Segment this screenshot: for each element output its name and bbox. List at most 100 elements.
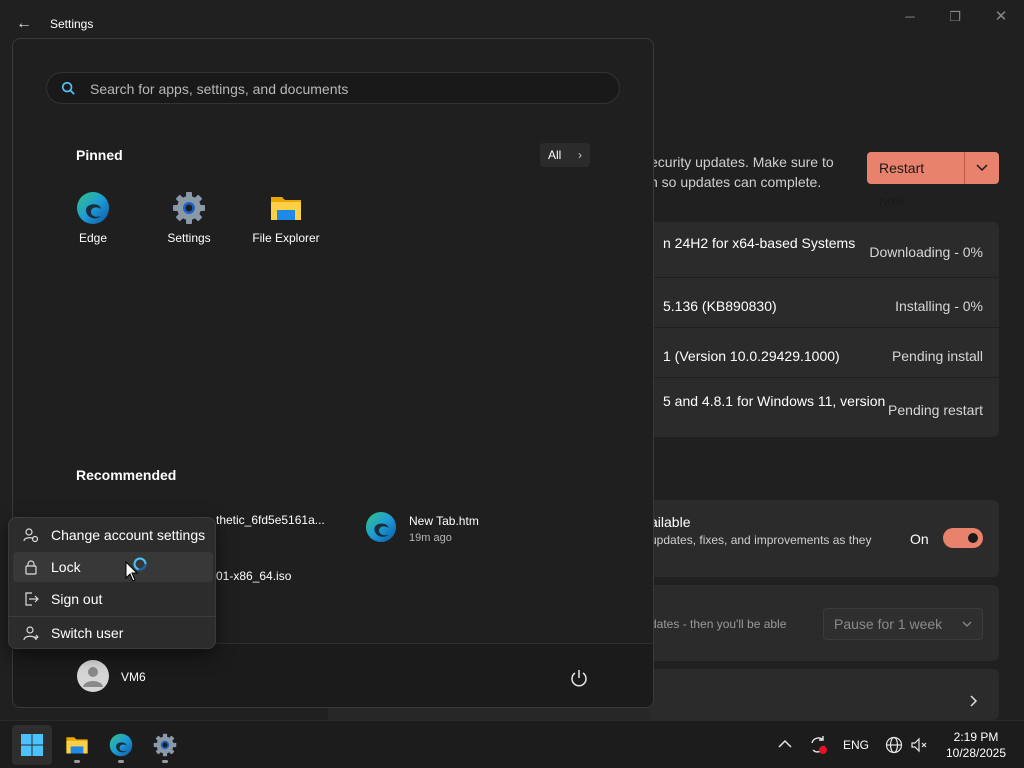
update-list: n 24H2 for x64-based Systems Downloading… (650, 222, 999, 437)
menu-item-label: Sign out (51, 591, 103, 607)
update-name: 1 (Version 10.0.29429.1000) (663, 348, 840, 364)
recommended-item[interactable]: 01-x86_64.iso (216, 569, 291, 583)
pinned-app-edge[interactable]: Edge (48, 191, 138, 245)
taskbar-clock[interactable]: 2:19 PM 10/28/2025 (936, 729, 1016, 761)
lock-icon (25, 560, 37, 575)
update-message: ecurity updates. Make sure to n so updat… (650, 152, 850, 192)
update-row: 5.136 (KB890830) Installing - 0% (650, 278, 999, 328)
start-button[interactable] (12, 725, 52, 765)
more-options-panel[interactable] (650, 669, 999, 720)
gear-icon (153, 733, 177, 757)
chevron-up-icon[interactable] (778, 739, 792, 749)
update-row: 1 (Version 10.0.29429.1000) Pending inst… (650, 328, 999, 378)
busy-spinner-icon (133, 557, 147, 571)
chevron-right-icon: › (578, 148, 582, 162)
chevron-right-icon (970, 695, 978, 707)
latest-updates-desc: updates, fixes, and improvements as they (650, 533, 872, 547)
recommended-item-name: thetic_6fd5e5161a... (216, 513, 325, 527)
recommended-item-name: New Tab.htm (409, 514, 479, 528)
pinned-app-label: File Explorer (252, 231, 320, 245)
running-indicator (74, 760, 80, 763)
sign-out-item[interactable]: Sign out (13, 584, 213, 614)
avatar[interactable] (77, 660, 109, 692)
pause-select-value: Pause for 1 week (834, 616, 943, 632)
folder-icon (271, 197, 301, 220)
restart-now-button[interactable]: Restart now (867, 152, 964, 208)
taskbar-file-explorer[interactable] (57, 725, 97, 765)
chevron-down-icon (976, 164, 988, 172)
update-message-line2: n so updates can complete. (650, 174, 822, 190)
latest-updates-panel: ailable updates, fixes, and improvements… (650, 500, 999, 577)
update-sync-icon[interactable] (808, 735, 828, 755)
menu-item-label: Change account settings (51, 527, 206, 543)
edge-icon (77, 192, 109, 224)
pinned-app-label: Edge (78, 231, 108, 245)
running-indicator (162, 760, 168, 763)
update-status: Pending install (891, 348, 983, 364)
edge-icon (365, 511, 397, 543)
lock-item[interactable]: Lock (13, 552, 213, 582)
update-message-line1: ecurity updates. Make sure to (650, 154, 834, 170)
all-apps-button[interactable]: All › (540, 143, 590, 167)
recommended-item-time: 19m ago (409, 532, 452, 544)
user-name[interactable]: VM6 (121, 670, 146, 684)
power-icon[interactable] (569, 668, 589, 688)
search-icon (61, 81, 75, 95)
all-apps-label: All (548, 148, 562, 162)
update-status: Downloading - 0% (869, 244, 983, 260)
update-name: 5.136 (KB890830) (663, 298, 777, 314)
clock-time: 2:19 PM (953, 730, 999, 744)
restart-options-button[interactable] (964, 152, 999, 184)
back-arrow-icon[interactable]: ← (14, 14, 34, 34)
taskbar-edge[interactable] (101, 725, 141, 765)
pause-updates-panel: dates - then you'll be able Pause for 1 … (650, 585, 999, 661)
minimize-icon[interactable]: ─ (898, 8, 922, 26)
switch-user-item[interactable]: Switch user (13, 618, 213, 648)
edge-icon (109, 733, 133, 757)
pinned-app-label: Settings (167, 231, 211, 245)
chevron-down-icon (962, 621, 972, 627)
search-placeholder: Search for apps, settings, and documents (90, 81, 349, 97)
volume-muted-icon[interactable] (910, 736, 928, 754)
restore-icon[interactable]: ❐ (943, 8, 967, 26)
menu-item-label: Switch user (51, 625, 124, 641)
start-search-box[interactable]: Search for apps, settings, and documents (46, 72, 620, 104)
menu-item-label: Lock (51, 559, 81, 575)
latest-updates-toggle[interactable] (943, 528, 983, 548)
folder-icon (66, 737, 88, 754)
recommended-title: Recommended (76, 467, 177, 483)
recommended-item[interactable]: thetic_6fd5e5161a... (216, 513, 325, 527)
account-settings-icon (23, 528, 39, 543)
switch-user-icon (23, 626, 39, 641)
account-menu: Change account settings Lock Sign out Sw… (8, 517, 216, 649)
update-row: n 24H2 for x64-based Systems Downloading… (650, 222, 999, 278)
update-status: Installing - 0% (895, 298, 983, 314)
start-user-bar: VM6 (13, 643, 653, 707)
close-icon[interactable]: ✕ (989, 8, 1013, 26)
restart-button-group: Restart now (867, 152, 999, 208)
pause-desc: dates - then you'll be able (650, 617, 787, 631)
update-name: n 24H2 for x64-based Systems (663, 235, 856, 251)
update-status: Pending restart (888, 402, 983, 418)
pinned-app-file-explorer[interactable]: File Explorer (241, 191, 331, 245)
network-globe-icon[interactable] (885, 736, 903, 754)
windows-logo-icon (21, 734, 43, 756)
gear-icon (173, 192, 205, 224)
taskbar: ENG 2:19 PM 10/28/2025 (0, 720, 1024, 768)
pinned-title: Pinned (76, 147, 123, 163)
update-name: 5 and 4.8.1 for Windows 11, version (663, 393, 886, 409)
change-account-settings-item[interactable]: Change account settings (13, 520, 213, 550)
window-title: Settings (50, 17, 94, 31)
clock-date: 10/28/2025 (945, 746, 1007, 760)
update-row: 5 and 4.8.1 for Windows 11, version Pend… (650, 378, 999, 437)
latest-updates-title: ailable (650, 514, 691, 530)
menu-divider (9, 616, 215, 617)
pause-duration-select[interactable]: Pause for 1 week (823, 608, 983, 640)
taskbar-settings[interactable] (145, 725, 185, 765)
running-indicator (118, 760, 124, 763)
language-indicator[interactable]: ENG (843, 738, 869, 752)
recommended-item-name: 01-x86_64.iso (216, 569, 292, 583)
user-icon (83, 667, 103, 687)
sign-out-icon (25, 592, 39, 606)
pinned-app-settings[interactable]: Settings (144, 191, 234, 245)
